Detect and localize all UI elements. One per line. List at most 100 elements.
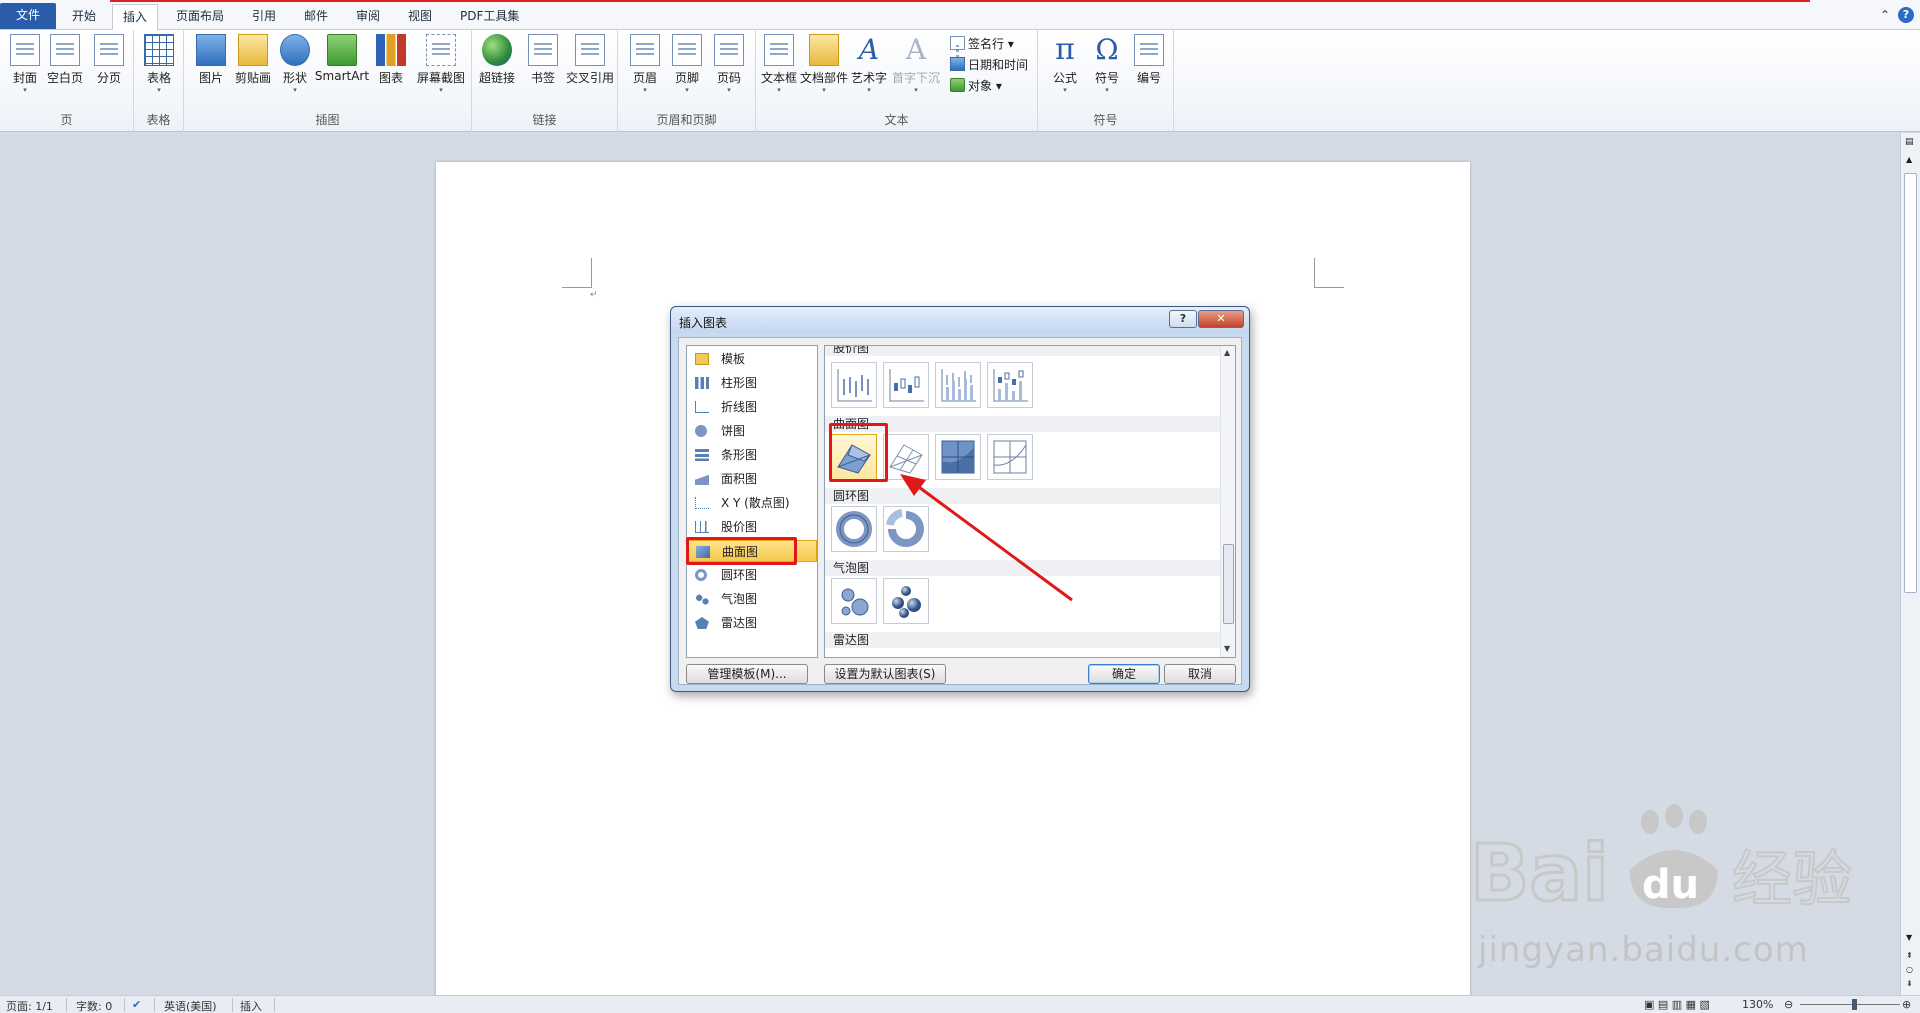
signature-line-button[interactable]: 签名行 ▾ [950,34,1014,54]
scroll-down-icon[interactable]: ▼ [1906,933,1912,942]
hyperlink-button[interactable]: 超链接 [476,34,518,86]
clipart-button[interactable]: 剪贴画 [232,34,274,86]
cross-reference-button[interactable]: 交叉引用 [564,34,616,86]
zoom-in-icon[interactable]: ⊕ [1902,998,1911,1011]
group-label-symbols: 符号 [1093,113,1118,127]
tab-page-layout[interactable]: 页面布局 [166,4,234,30]
dialog-close-button[interactable]: ✕ [1198,310,1244,328]
help-icon[interactable]: ? [1898,7,1914,23]
blank-page-button[interactable]: 空白页 [44,34,86,86]
ok-button[interactable]: 确定 [1088,664,1160,684]
tab-review[interactable]: 审阅 [346,4,390,30]
gallery-scrollbar[interactable]: ▲ ▼ [1220,346,1235,657]
bookmark-icon [528,34,558,66]
tab-file[interactable]: 文件 [0,3,56,29]
chart-type-item[interactable]: X Y (散点图) [687,492,817,514]
tab-pdf-tools[interactable]: PDF工具集 [450,4,529,30]
zoom-slider[interactable] [1800,1004,1900,1005]
shapes-button[interactable]: 形状 ▾ [274,34,316,94]
prev-page-icon[interactable]: ⇞ [1906,951,1913,960]
chart-type-item[interactable]: 圆环图 [687,564,817,586]
header-button[interactable]: 页眉 ▾ [624,34,666,94]
proofing-icon[interactable]: ✔ [132,998,141,1011]
stock-chart-icon [889,369,924,402]
equation-button[interactable]: π 公式 ▾ [1044,32,1086,95]
screenshot-button[interactable]: 屏幕截图 ▾ [414,34,468,94]
symbol-button[interactable]: Ω 符号 ▾ [1086,34,1128,95]
cancel-button[interactable]: 取消 [1164,664,1236,684]
chart-subtype-stock-4[interactable] [987,362,1033,408]
zoom-slider-thumb[interactable] [1852,999,1857,1010]
word-count[interactable]: 字数: 0 [76,998,112,1013]
group-pages: 封面 ▾ 空白页 分页 页 [0,30,134,132]
cover-page-icon [10,34,40,66]
collapse-ribbon-icon[interactable]: ⌃ [1880,8,1890,22]
smartart-button[interactable]: SmartArt [314,34,370,83]
zoom-out-icon[interactable]: ⊖ [1784,998,1793,1011]
dialog-title: 插入图表 [679,316,728,330]
group-text: 文本框 ▾ 文档部件 ▾ A 艺术字 ▾ A 首字下沉 ▾ 签名行 ▾ 日期和时间 对象 ▾… [756,30,1038,132]
bar-chart-icon [695,449,709,461]
manage-templates-button[interactable]: 管理模板(M)... [686,664,808,684]
chart-type-item[interactable]: 模板 [687,348,817,370]
pie-chart-icon [695,425,707,437]
chart-type-item[interactable]: 股价图 [687,516,817,538]
numbering-button[interactable]: 编号 [1128,34,1170,86]
group-label-links: 链接 [532,113,557,127]
chart-button[interactable]: 图表 [370,34,412,86]
tab-view[interactable]: 视图 [398,4,442,30]
chart-type-item[interactable]: 饼图 [687,420,817,442]
chart-type-item[interactable]: 折线图 [687,396,817,418]
group-symbols: π 公式 ▾ Ω 符号 ▾ 编号 符号 [1038,30,1174,132]
vertical-scrollbar[interactable]: ▤ ▲ ▼ ⇞ ○ ⇟ [1900,133,1920,995]
pi-icon: π [1055,32,1075,67]
zoom-level[interactable]: 130% [1742,998,1773,1011]
scroll-up-icon[interactable]: ▲ [1224,348,1230,357]
wordart-button[interactable]: A 艺术字 ▾ [848,34,890,95]
set-default-chart-button[interactable]: 设置为默认图表(S) [824,664,946,684]
page-number-button[interactable]: 页码 ▾ [708,34,750,94]
chart-subtype-stock-1[interactable] [831,362,877,408]
tab-home[interactable]: 开始 [62,4,106,30]
bookmark-button[interactable]: 书签 [522,34,564,86]
shapes-icon [280,34,310,66]
chart-type-item[interactable]: 面积图 [687,468,817,490]
ruler-toggle-icon[interactable]: ▤ [1905,137,1914,147]
header-icon [630,34,660,66]
dialog-help-button[interactable]: ? [1169,310,1197,328]
tab-mailings[interactable]: 邮件 [294,4,338,30]
chart-subtype-stock-3[interactable] [935,362,981,408]
quick-parts-button[interactable]: 文档部件 ▾ [800,34,848,94]
cover-page-button[interactable]: 封面 ▾ [4,34,46,94]
scroll-down-icon[interactable]: ▼ [1224,644,1230,653]
picture-button[interactable]: 图片 [190,34,232,86]
date-time-button[interactable]: 日期和时间 [950,55,1028,75]
textbox-button[interactable]: 文本框 ▾ [758,34,800,94]
gallery-scroll-thumb[interactable] [1223,544,1234,624]
insert-mode-indicator[interactable]: 插入 [240,998,262,1013]
annotation-arrow [900,474,1073,602]
chart-type-item[interactable]: 柱形图 [687,372,817,394]
scroll-thumb[interactable] [1904,173,1917,593]
drop-cap-button[interactable]: A 首字下沉 ▾ [892,34,940,95]
chart-subtype-bubble[interactable] [831,578,877,624]
chart-type-item[interactable]: 雷达图 [687,612,817,634]
next-page-icon[interactable]: ⇟ [1906,979,1913,988]
tab-insert[interactable]: 插入 [112,4,159,31]
margin-corner-top-right [1314,258,1344,288]
page-count[interactable]: 页面: 1/1 [6,998,53,1013]
dialog-titlebar[interactable]: 插入图表 ? ✕ [671,307,1249,333]
table-button[interactable]: 表格 ▾ [138,34,180,94]
language-indicator[interactable]: 英语(美国) [164,998,217,1013]
chart-subtype-stock-2[interactable] [883,362,929,408]
chart-type-item[interactable]: 条形图 [687,444,817,466]
tab-references[interactable]: 引用 [242,4,286,30]
chart-subtype-doughnut[interactable] [831,506,877,552]
page-break-button[interactable]: 分页 [88,34,130,86]
object-button[interactable]: 对象 ▾ [950,76,1002,96]
chart-type-item[interactable]: 气泡图 [687,588,817,610]
view-buttons[interactable]: ▣ ▤ ▥ ▦ ▧ [1644,998,1710,1011]
scroll-up-icon[interactable]: ▲ [1906,155,1912,164]
footer-button[interactable]: 页脚 ▾ [666,34,708,94]
browse-object-icon[interactable]: ○ [1906,965,1913,974]
